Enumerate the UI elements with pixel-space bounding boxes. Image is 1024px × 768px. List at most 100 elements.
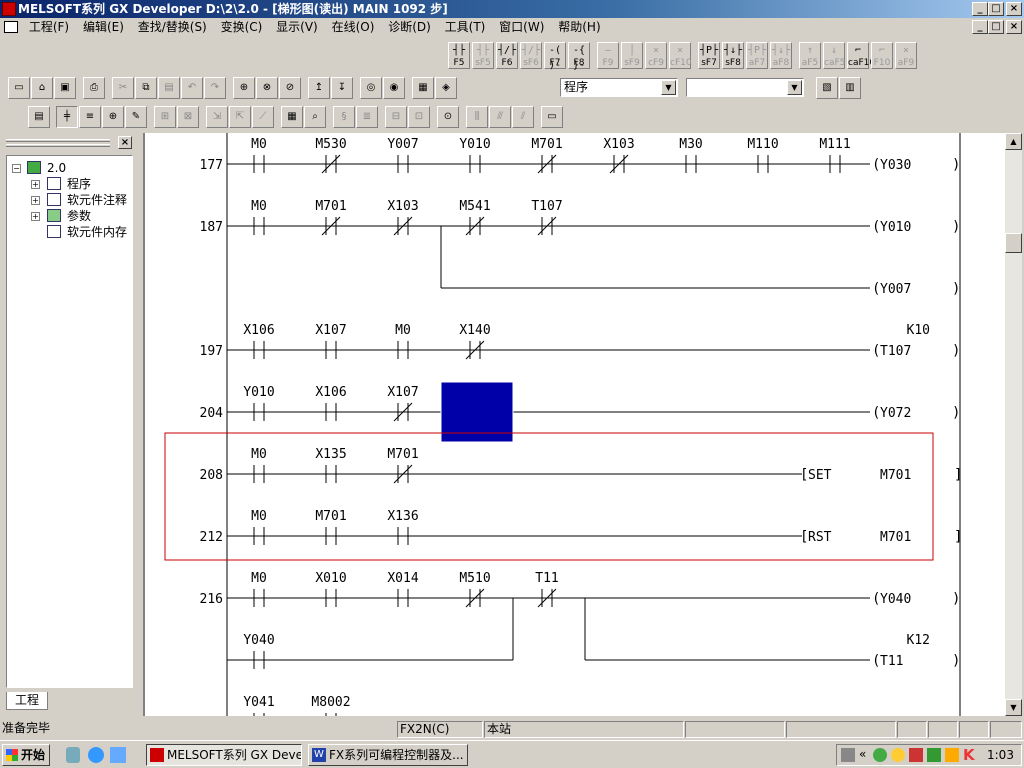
ladder-diagram[interactable]: 177(Y030)M0 M530 Y007 Y010 M701 X103 M30 M110 M1… xyxy=(145,133,1005,716)
read-plc-icon[interactable]: ↧ xyxy=(331,77,353,99)
tree-item-root[interactable]: 2.0 xyxy=(47,161,66,175)
menu-edit[interactable]: 编辑(E) xyxy=(78,18,129,37)
task-gx-developer[interactable]: MELSOFT系列 GX Devel... xyxy=(146,744,302,766)
copy-icon[interactable]: ⧉ xyxy=(135,77,157,99)
write-mode-icon[interactable]: ✎ xyxy=(125,106,147,128)
fkey-f8-button[interactable]: -{ }- F8 xyxy=(568,42,590,71)
device-batch-icon[interactable]: ▦ xyxy=(281,106,303,128)
scroll-up-icon[interactable]: ▲ xyxy=(1005,133,1022,150)
tray-expand-icon[interactable]: « xyxy=(859,747,866,761)
doc-close-button[interactable]: × xyxy=(1006,20,1022,34)
lock-icon[interactable] xyxy=(945,748,959,762)
doc-restore-button[interactable]: □ xyxy=(988,20,1004,34)
zoom-icon[interactable]: ⊕ xyxy=(102,106,124,128)
doc-minimize-button[interactable]: _ xyxy=(972,20,988,34)
insert-row-icon[interactable]: ⇲ xyxy=(206,106,228,128)
keyboard-icon[interactable] xyxy=(841,748,855,762)
panel-grip[interactable] xyxy=(6,144,110,147)
tab-project[interactable]: 工程 xyxy=(6,692,48,710)
test-icon[interactable]: ◈ xyxy=(435,77,457,99)
menu-online[interactable]: 在线(O) xyxy=(327,18,380,37)
diagnostics-icon[interactable]: ▦ xyxy=(412,77,434,99)
show-desktop-icon[interactable] xyxy=(110,747,126,763)
delete-row-icon[interactable]: ⇱ xyxy=(229,106,251,128)
tree-item-program[interactable]: 程序 xyxy=(67,177,91,191)
save-icon[interactable]: ▣ xyxy=(54,77,76,99)
panel-close-button[interactable]: × xyxy=(118,136,132,149)
fkey-sf5-button[interactable]: ┤├ sF5 xyxy=(472,42,494,69)
fkey-f5-button[interactable]: ┤├ F5 xyxy=(448,42,470,69)
find-instruction-icon[interactable]: ⊗ xyxy=(256,77,278,99)
program-combo[interactable]: 程序 ▼ xyxy=(560,78,678,97)
fkey-caf5-button[interactable]: ↓ caF5 xyxy=(823,42,845,69)
quicklaunch-icon[interactable] xyxy=(66,747,80,763)
fkey-caf10-button[interactable]: ⌐ caF10 xyxy=(847,42,875,69)
security-icon[interactable] xyxy=(909,748,923,762)
expand-icon[interactable]: + xyxy=(31,196,40,205)
collapse-icon[interactable]: − xyxy=(12,164,21,173)
menu-project[interactable]: 工程(F) xyxy=(24,18,74,37)
new-icon[interactable]: ▭ xyxy=(8,77,30,99)
messenger-icon[interactable] xyxy=(891,748,905,762)
find-step-icon[interactable]: ⊘ xyxy=(279,77,301,99)
monitor-mode-icon[interactable]: ⊠ xyxy=(177,106,199,128)
edit-line-icon[interactable]: ⟋ xyxy=(252,106,274,128)
fkey-cf10-button[interactable]: × cF10 xyxy=(669,42,692,69)
fkey-f7-button[interactable]: -( )- F7 xyxy=(544,42,566,71)
tree-item-parameter[interactable]: 参数 xyxy=(67,209,91,223)
document-icon[interactable] xyxy=(4,21,18,33)
write-plc-icon[interactable]: ↥ xyxy=(308,77,330,99)
tree-item-device-memory[interactable]: 软元件内存 xyxy=(67,225,127,239)
comment-edit-icon[interactable]: ⊡ xyxy=(408,106,430,128)
device-list-icon[interactable]: ▥ xyxy=(839,77,861,99)
expand-icon[interactable]: + xyxy=(31,212,40,221)
menu-find-replace[interactable]: 查找/替换(S) xyxy=(133,18,212,37)
open-icon[interactable]: ⌂ xyxy=(31,77,53,99)
fkey-f10-button[interactable]: ⌐ F10 xyxy=(871,42,893,69)
read-mode-icon[interactable]: ⊞ xyxy=(154,106,176,128)
maximize-button[interactable]: □ xyxy=(988,2,1004,16)
menu-convert[interactable]: 变换(C) xyxy=(216,18,268,37)
scroll-thumb[interactable] xyxy=(1005,233,1022,253)
fkey-f6-button[interactable]: ┤/├ F6 xyxy=(496,42,518,69)
monitor-icon[interactable]: ◎ xyxy=(360,77,382,99)
column-insert-icon[interactable]: ⫼ xyxy=(466,106,488,128)
menu-diagnostics[interactable]: 诊断(D) xyxy=(383,18,436,37)
search-icon[interactable]: ⌕ xyxy=(304,106,326,128)
box-icon[interactable]: ▭ xyxy=(541,106,563,128)
fkey-sf7-button[interactable]: ┤P├ sF7 xyxy=(698,42,720,69)
k-icon[interactable]: K xyxy=(963,746,975,764)
menu-window[interactable]: 窗口(W) xyxy=(494,18,549,37)
undo-icon[interactable]: ↶ xyxy=(181,77,203,99)
note-icon[interactable]: ⊟ xyxy=(385,106,407,128)
list-view-icon[interactable]: ≡ xyxy=(79,106,101,128)
project-view-icon[interactable]: ▤ xyxy=(28,106,50,128)
fkey-sf6-button[interactable]: ┤/├ sF6 xyxy=(520,42,542,69)
magnify-icon[interactable]: ⊙ xyxy=(437,106,459,128)
network-icon[interactable] xyxy=(873,748,887,762)
find-device-icon[interactable]: ⊕ xyxy=(233,77,255,99)
column-delete-icon[interactable]: ⫻ xyxy=(489,106,511,128)
cut-icon[interactable]: ✂ xyxy=(112,77,134,99)
statement-icon[interactable]: ≣ xyxy=(356,106,378,128)
ie-icon[interactable] xyxy=(88,747,104,763)
scroll-down-icon[interactable]: ▼ xyxy=(1005,699,1022,716)
column-move-icon[interactable]: ⫽ xyxy=(512,106,534,128)
print-icon[interactable]: ⎙ xyxy=(83,77,105,99)
close-button[interactable]: × xyxy=(1006,2,1022,16)
start-button[interactable]: 开始 xyxy=(2,744,50,766)
fkey-af8-button[interactable]: ┤↓├ aF8 xyxy=(770,42,792,69)
ladder-view-icon[interactable]: ╪ xyxy=(56,106,78,128)
chart-icon[interactable] xyxy=(927,748,941,762)
fkey-af9-button[interactable]: × aF9 xyxy=(895,42,917,69)
secondary-combo[interactable]: ▼ xyxy=(686,78,804,97)
fkey-f9-button[interactable]: — F9 xyxy=(597,42,619,69)
redo-icon[interactable]: ↷ xyxy=(204,77,226,99)
panel-grip[interactable] xyxy=(6,139,110,142)
menu-tools[interactable]: 工具(T) xyxy=(440,18,491,37)
fkey-sf9-button[interactable]: │ sF9 xyxy=(621,42,643,69)
app-icon[interactable] xyxy=(2,2,16,16)
paste-icon[interactable]: ▤ xyxy=(158,77,180,99)
expand-icon[interactable]: + xyxy=(31,180,40,189)
comment-icon[interactable]: ▧ xyxy=(816,77,838,99)
